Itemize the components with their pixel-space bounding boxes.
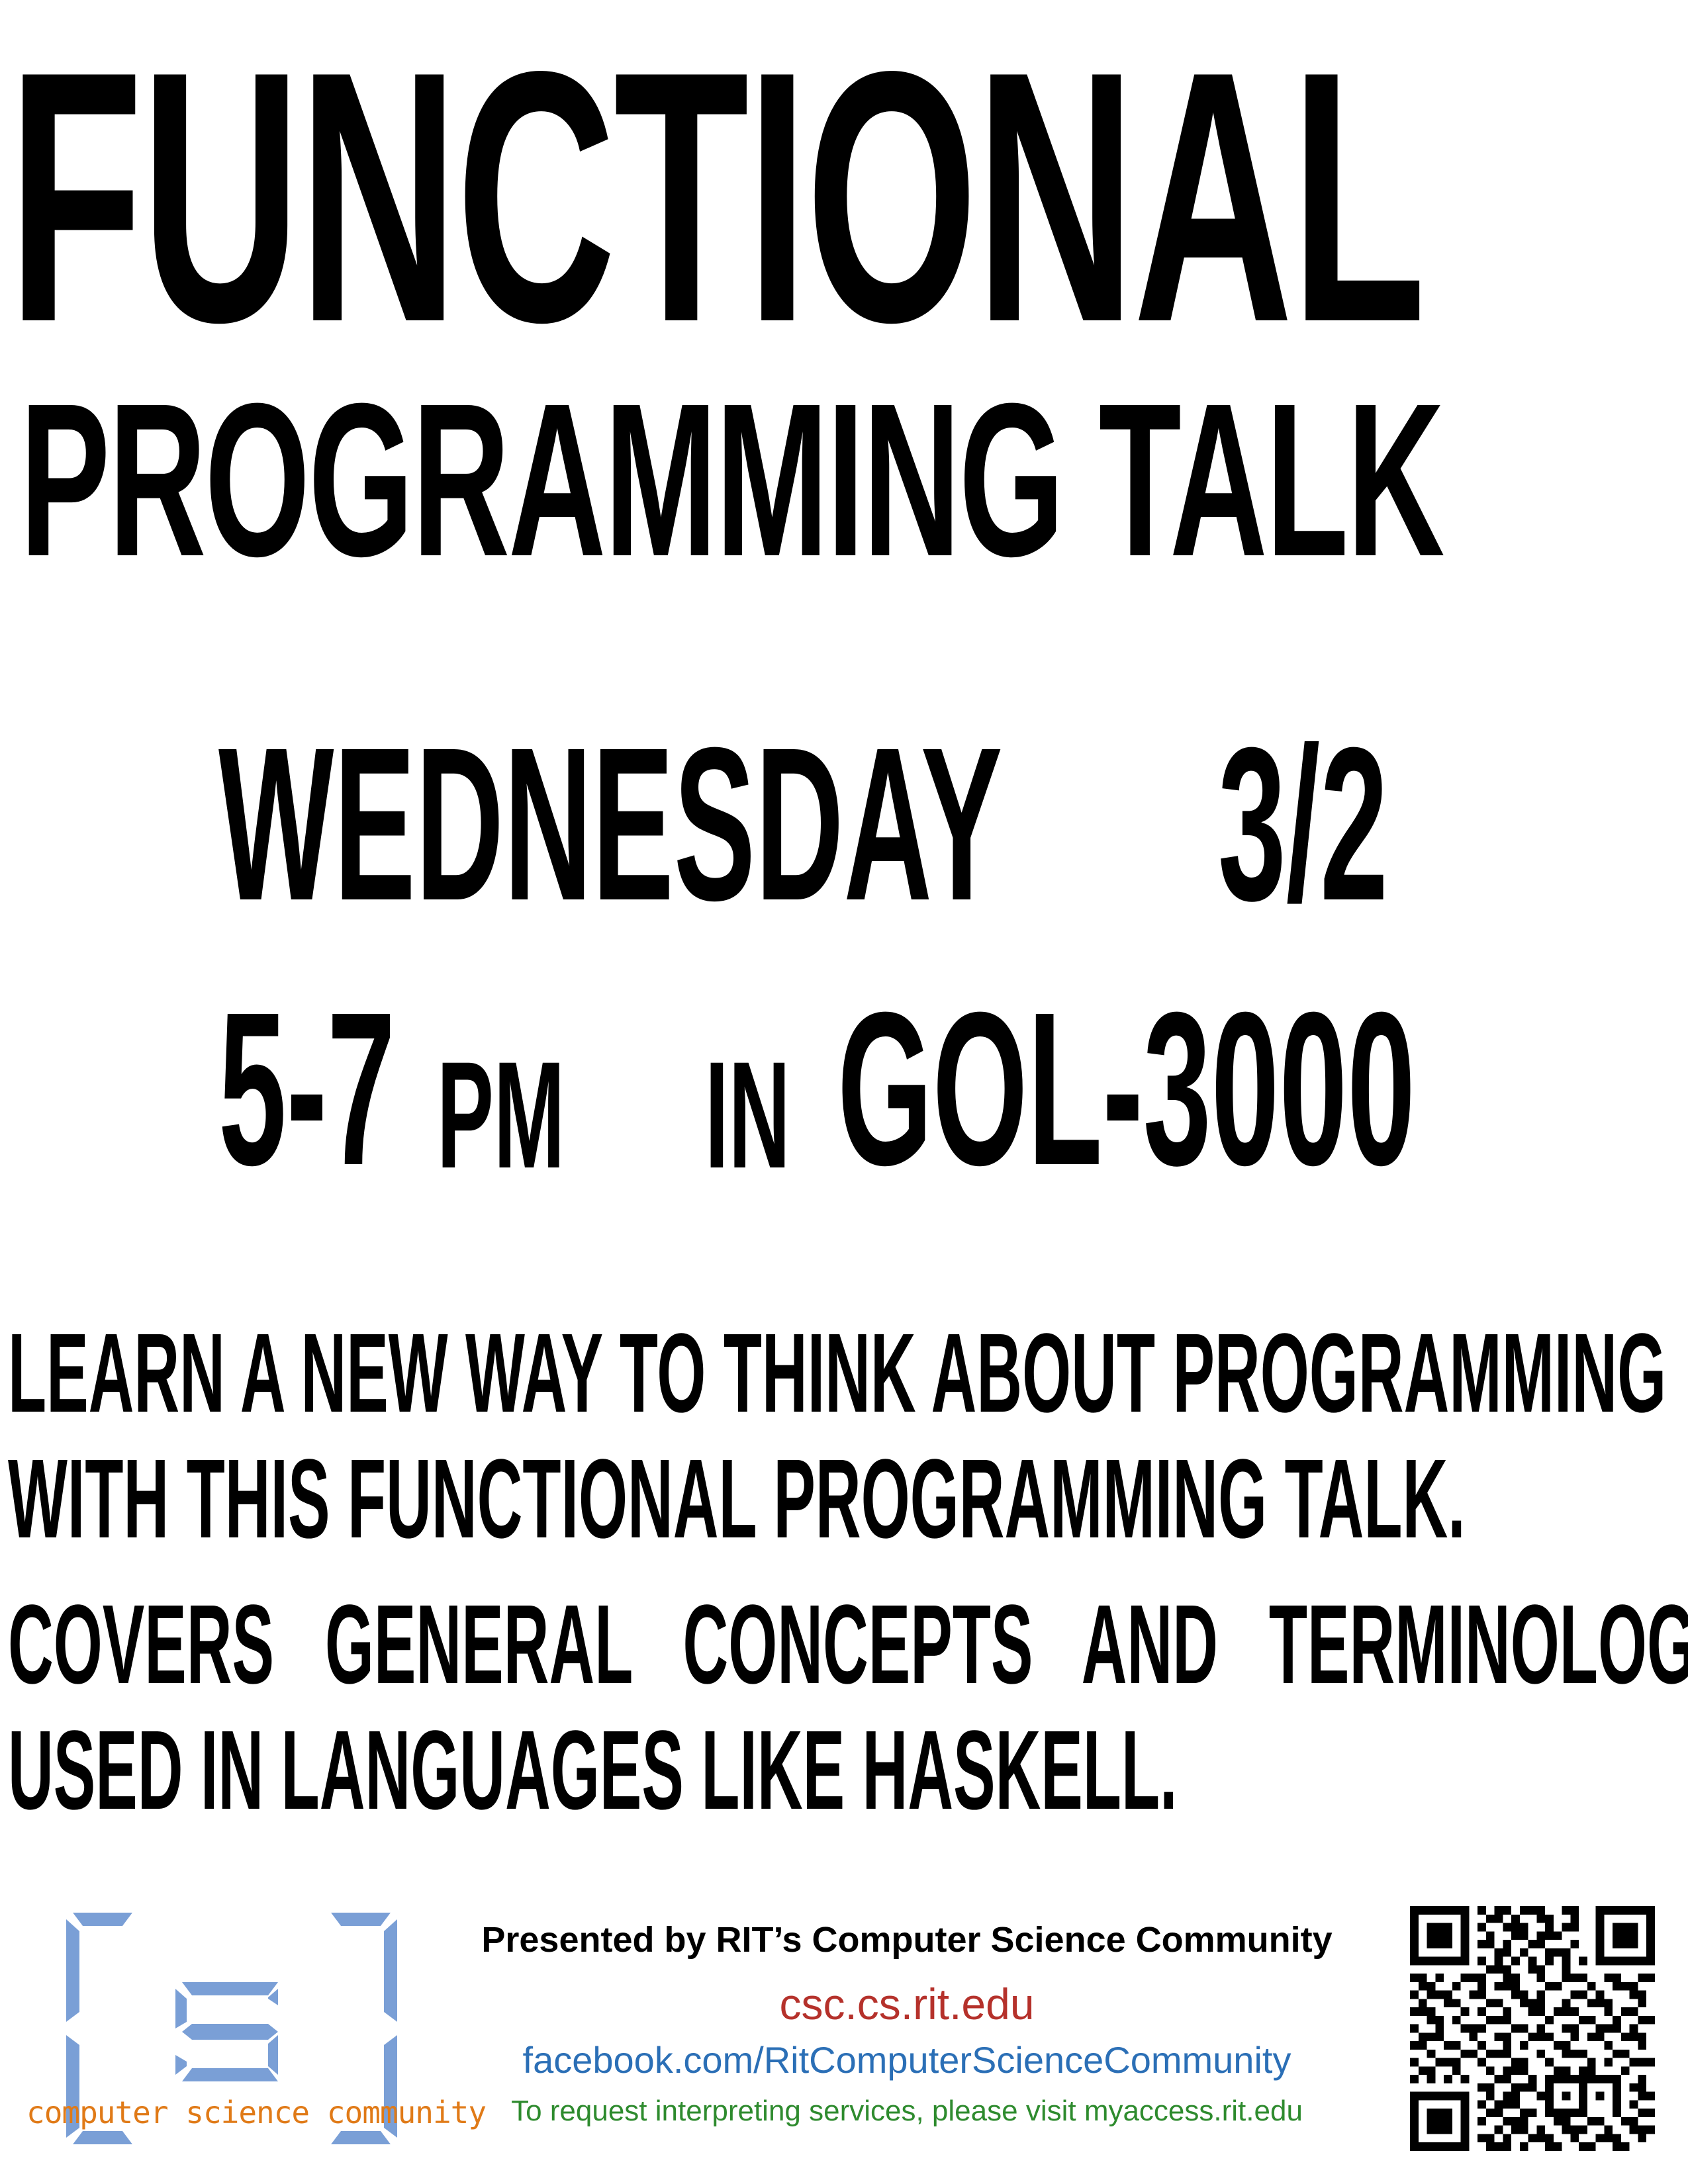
event-room: GOL-3000 bbox=[837, 966, 1416, 1210]
event-day: WEDNESDAY bbox=[218, 702, 1003, 946]
event-in-word: IN bbox=[705, 1030, 790, 1200]
description-line: WITH THIS FUNCTIONAL PROGRAMMING TALK. bbox=[8, 1436, 1466, 1562]
title-line-1: FUNCTIONAL bbox=[8, 0, 1426, 396]
title-line-2: PROGRAMMING TALK bbox=[20, 357, 1445, 602]
facebook-link[interactable]: facebook.com/RitComputerScienceCommunity bbox=[450, 2038, 1364, 2081]
qr-code-icon[interactable] bbox=[1410, 1906, 1655, 2151]
event-time: 5-7 bbox=[218, 966, 396, 1210]
access-note: To request interpreting services, please… bbox=[511, 2095, 1303, 2127]
description-line: COVERS GENERAL CONCEPTS AND TERMINOLOGY bbox=[8, 1582, 1688, 1707]
presented-by: Presented by RIT’s Computer Science Comm… bbox=[481, 1920, 1333, 1960]
description-line: USED IN LANGUAGES LIKE HASKELL. bbox=[8, 1707, 1178, 1833]
description-line: LEARN A NEW WAY TO THINK ABOUT PROGRAMMI… bbox=[8, 1310, 1667, 1436]
website-link[interactable]: csc.cs.rit.edu bbox=[450, 1979, 1364, 2029]
event-time-suffix: PM bbox=[437, 1030, 565, 1200]
logo-text: computer science community bbox=[26, 2095, 487, 2130]
event-date: 3/2 bbox=[1218, 702, 1388, 946]
